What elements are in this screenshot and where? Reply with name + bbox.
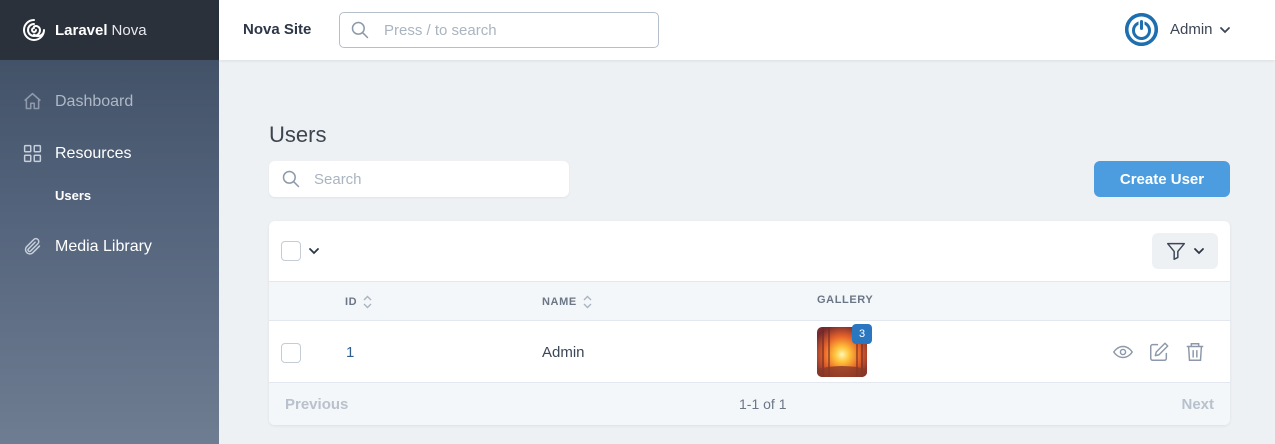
pagination: Previous 1-1 of 1 Next xyxy=(269,383,1230,425)
delete-button[interactable] xyxy=(1183,340,1207,364)
brand[interactable]: Laravel Nova xyxy=(0,0,219,60)
cell-name: Admin xyxy=(542,344,585,361)
global-search-input[interactable] xyxy=(384,21,644,39)
filter-button[interactable] xyxy=(1152,233,1218,269)
sidebar-item-label: Resources xyxy=(55,144,132,162)
column-header-id[interactable]: ID xyxy=(345,295,372,309)
table-row[interactable]: 1 Admin 3 xyxy=(269,322,1230,383)
grid-icon xyxy=(23,144,42,163)
eye-icon xyxy=(1112,345,1134,359)
sidebar-item-dashboard[interactable]: Dashboard xyxy=(22,91,133,112)
table-header: ID NAME GALLERY xyxy=(269,281,1230,321)
top-header: Nova Site Admin xyxy=(219,0,1275,60)
sidebar: Laravel Nova Dashboard Resources Users M… xyxy=(0,0,219,444)
column-header-label: GALLERY xyxy=(817,294,874,306)
page-title: Users xyxy=(269,122,327,147)
sort-icon xyxy=(583,295,592,309)
chevron-down-icon[interactable] xyxy=(308,245,320,257)
sidebar-item-label: Dashboard xyxy=(55,92,134,110)
gallery-count-badge: 3 xyxy=(852,324,872,344)
trash-icon xyxy=(1186,343,1204,361)
create-user-button[interactable]: Create User xyxy=(1094,161,1230,197)
column-header-name[interactable]: NAME xyxy=(542,295,592,309)
sidebar-item-media-library[interactable]: Media Library xyxy=(22,236,152,257)
cell-id[interactable]: 1 xyxy=(346,344,354,361)
chevron-down-icon xyxy=(1194,248,1204,255)
chevron-down-icon xyxy=(1219,26,1230,33)
search-icon xyxy=(351,21,369,39)
select-all-control[interactable] xyxy=(281,241,320,261)
avatar xyxy=(1125,13,1158,46)
select-all-checkbox[interactable] xyxy=(281,241,301,261)
next-button[interactable]: Next xyxy=(1181,396,1214,413)
view-button[interactable] xyxy=(1111,340,1135,364)
column-header-gallery: GALLERY xyxy=(817,294,873,306)
user-menu[interactable]: Admin xyxy=(1125,13,1231,46)
row-actions xyxy=(1111,340,1219,364)
previous-button[interactable]: Previous xyxy=(285,396,348,413)
row-checkbox[interactable] xyxy=(281,343,301,363)
sort-icon xyxy=(363,295,372,309)
power-avatar-icon xyxy=(1125,13,1158,46)
brand-name-rest: Nova xyxy=(111,21,147,39)
resource-search-input[interactable] xyxy=(314,170,534,188)
edit-icon xyxy=(1150,342,1169,361)
column-header-label: NAME xyxy=(542,296,577,308)
resource-table-card: ID NAME GALLERY 1 Admin 3 Previous 1-1 o… xyxy=(269,221,1230,425)
table-toolbar xyxy=(269,221,1230,281)
column-header-label: ID xyxy=(345,296,358,308)
filter-icon xyxy=(1167,242,1185,260)
home-icon xyxy=(24,92,41,110)
search-icon xyxy=(282,170,300,188)
sidebar-item-label: Media Library xyxy=(55,237,152,255)
brand-name-bold: Laravel xyxy=(55,21,108,39)
edit-button[interactable] xyxy=(1147,340,1171,364)
paperclip-icon xyxy=(24,237,41,255)
global-search[interactable] xyxy=(339,12,659,48)
user-name: Admin xyxy=(1170,21,1213,38)
pagination-info: 1-1 of 1 xyxy=(739,396,787,412)
resource-search[interactable] xyxy=(269,161,569,197)
sidebar-item-resources[interactable]: Resources xyxy=(22,143,131,164)
nova-logo-icon xyxy=(23,19,46,41)
sidebar-item-users[interactable]: Users xyxy=(55,188,91,203)
site-name[interactable]: Nova Site xyxy=(243,21,311,38)
